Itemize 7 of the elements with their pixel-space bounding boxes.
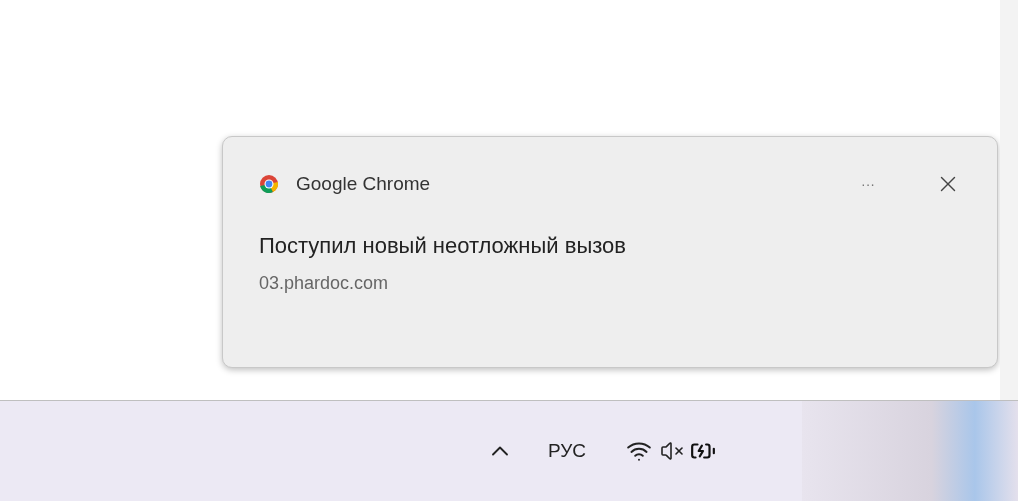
notification-title: Поступил новый неотложный вызов bbox=[259, 232, 627, 260]
notification-source: 03.phardoc.com bbox=[259, 272, 390, 295]
muted-speaker-icon[interactable] bbox=[660, 439, 685, 463]
more-options-button[interactable]: ··· bbox=[857, 173, 879, 195]
chrome-logo-icon bbox=[259, 174, 279, 194]
app-name: Google Chrome bbox=[296, 171, 431, 196]
language-indicator[interactable]: РУС bbox=[548, 436, 587, 466]
